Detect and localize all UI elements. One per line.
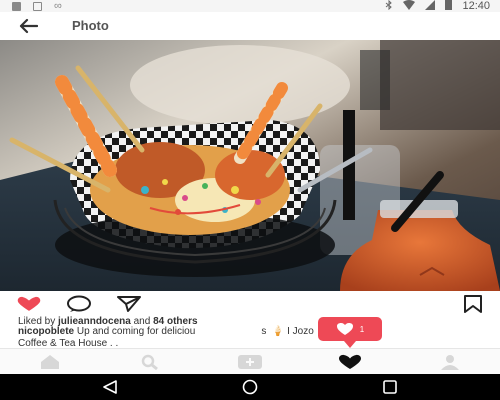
system-recents-button[interactable] <box>380 379 400 395</box>
circle-home-icon <box>242 379 258 395</box>
profile-icon <box>441 355 459 370</box>
heart-filled-icon <box>17 296 41 311</box>
status-left-icons: ∞ <box>12 0 62 12</box>
arrow-left-icon <box>19 18 38 34</box>
status-time: 12:40 <box>462 0 490 12</box>
add-post-icon <box>238 355 262 369</box>
system-back-button[interactable] <box>100 379 120 395</box>
like-button[interactable] <box>16 294 42 314</box>
notification-square-icon <box>12 1 21 11</box>
bookmark-icon <box>464 295 482 313</box>
status-right-icons: 12:40 <box>385 0 490 12</box>
comment-button[interactable] <box>66 294 92 314</box>
back-button[interactable] <box>16 16 40 36</box>
signal-icon <box>425 0 436 13</box>
post-action-row <box>0 292 500 316</box>
wifi-icon <box>403 0 416 13</box>
infinity-icon: ∞ <box>54 0 62 12</box>
send-icon <box>117 296 141 312</box>
system-nav-bar <box>0 374 500 400</box>
post-photo-image <box>0 40 500 291</box>
tab-profile[interactable] <box>436 353 464 371</box>
bluetooth-icon <box>385 0 393 13</box>
home-icon <box>41 355 59 369</box>
system-home-button[interactable] <box>240 379 260 395</box>
top-app-bar: Photo <box>0 12 500 40</box>
notification-box-icon <box>33 1 42 11</box>
activity-heart-icon <box>339 354 361 369</box>
status-bar: ∞ 12:40 <box>0 0 500 12</box>
notification-count: 1 <box>359 324 365 334</box>
share-button[interactable] <box>116 294 142 314</box>
tab-search[interactable] <box>136 353 164 371</box>
caption-text-b: s 🍦 I Jozo <box>261 326 314 337</box>
save-button[interactable] <box>460 294 486 314</box>
tab-activity[interactable] <box>336 353 364 371</box>
caption-username[interactable]: nicopoblete <box>18 326 74 337</box>
triangle-back-icon <box>103 380 117 394</box>
activity-notification-bubble[interactable]: 1 <box>318 317 382 348</box>
caption-text-a: Up and coming for deliciou <box>74 326 196 337</box>
tab-add-post[interactable] <box>236 353 264 371</box>
tab-home[interactable] <box>36 353 64 371</box>
page-title: Photo <box>72 18 109 33</box>
bottom-tab-bar <box>0 348 500 374</box>
comment-icon <box>67 295 91 312</box>
heart-icon <box>336 323 353 335</box>
square-recents-icon <box>383 380 397 394</box>
search-icon <box>141 354 158 370</box>
post-photo[interactable] <box>0 40 500 291</box>
post-caption: nicopoblete Up and coming for deliciou s … <box>18 326 488 350</box>
